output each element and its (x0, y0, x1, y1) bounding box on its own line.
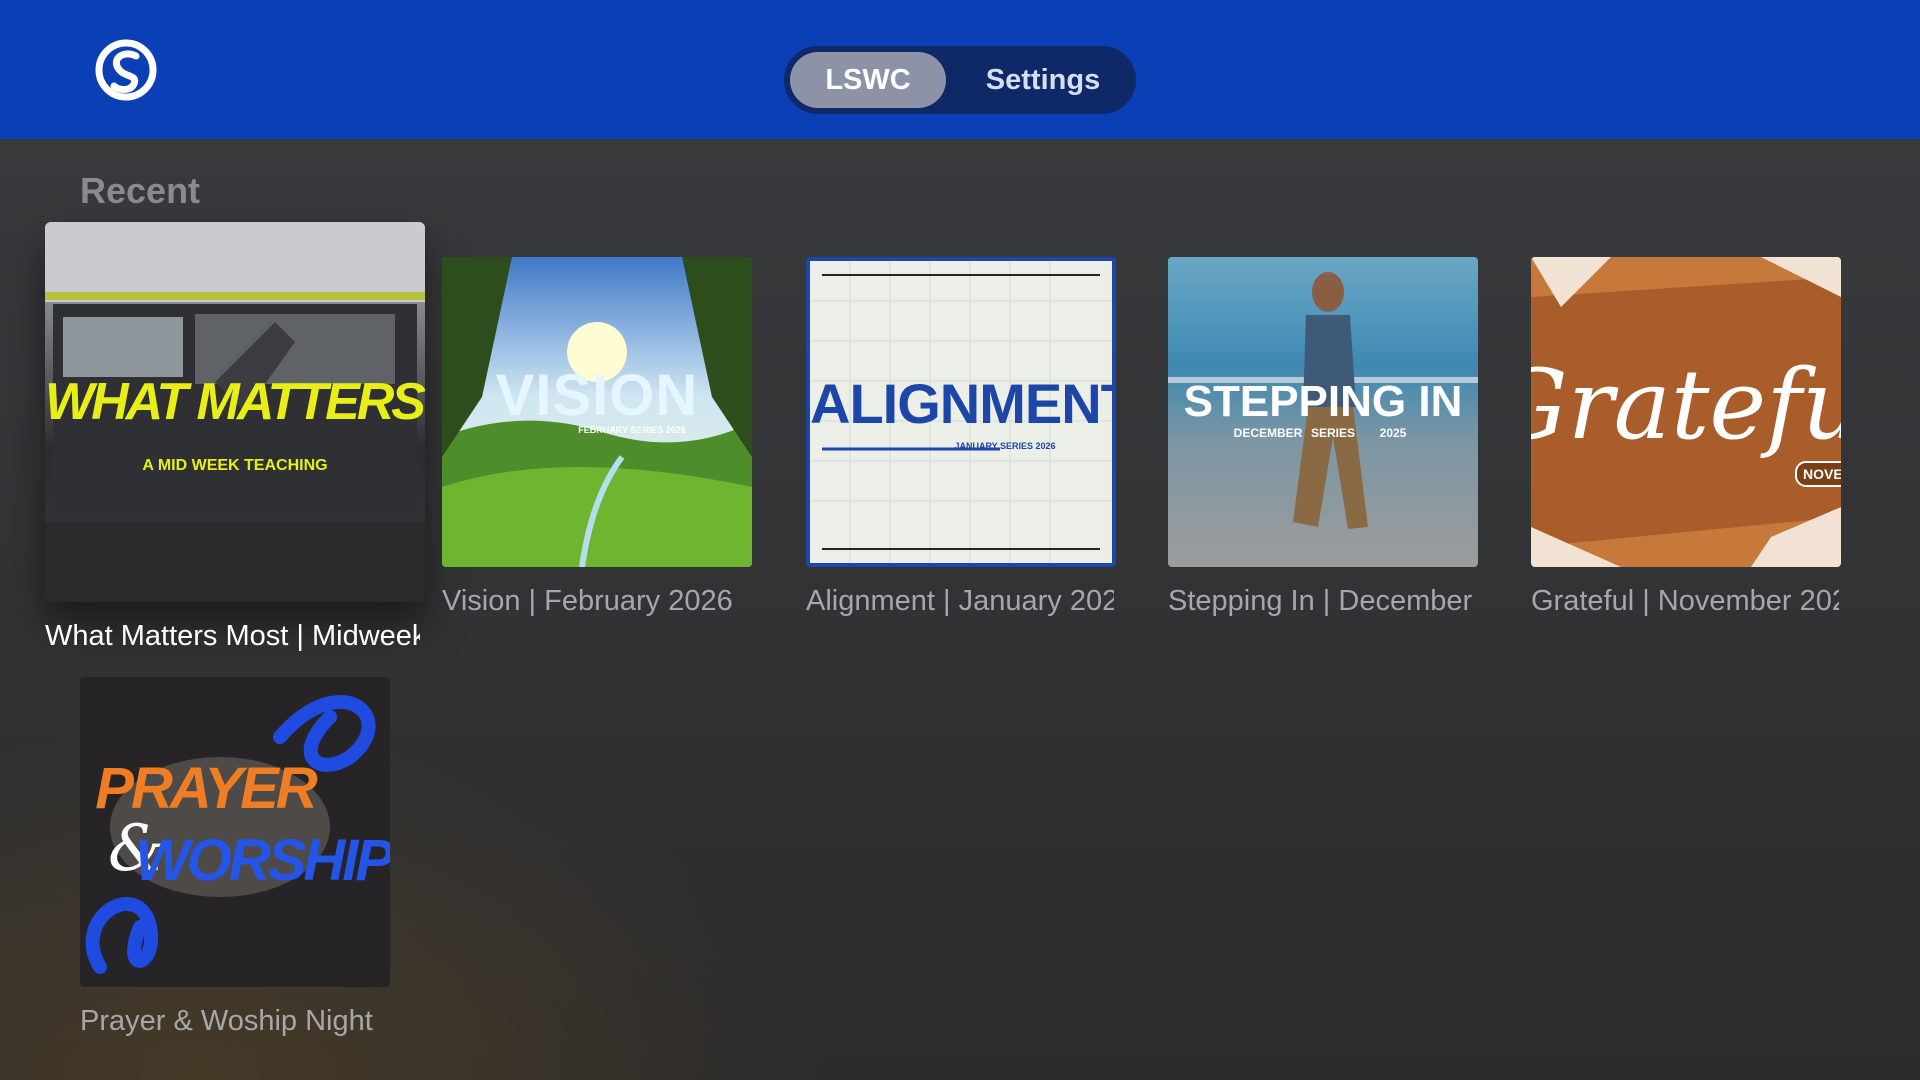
artwork-subtitle-month: DECEMBER (1233, 426, 1303, 440)
media-card-grateful[interactable]: Grateful NOVE Grateful | November 2025 (1531, 257, 1841, 627)
artwork-title-worship: WORSHIP (134, 828, 390, 893)
media-card-title: Alignment | January 2026 (806, 585, 1114, 617)
tab-lswc[interactable]: LSWC (790, 52, 946, 108)
artwork-subtitle: A MID WEEK TEACHING (142, 457, 328, 474)
artwork-title: ALIGNMENT (810, 372, 1116, 435)
artwork-stepping-in: STEPPING IN DECEMBER SERIES 2025 (1168, 257, 1478, 567)
media-card-title: Stepping In | December 2025 (1168, 585, 1476, 617)
media-card-vision[interactable]: VISION FEBRUARY SERIES 2026 Vision | Feb… (442, 257, 753, 627)
media-card-title: Vision | February 2026 (442, 585, 733, 617)
artwork-title: WHAT MATTERS MOST (45, 373, 425, 431)
media-card-title: Prayer & Woship Night (80, 1005, 373, 1037)
top-bar: LSWC Settings (0, 0, 1920, 139)
media-card-stepping-in[interactable]: STEPPING IN DECEMBER SERIES 2025 Steppin… (1168, 257, 1478, 627)
artwork-title: STEPPING IN (1183, 377, 1463, 426)
media-card-alignment[interactable]: ALIGNMENT JANUARY SERIES 2026 Alignment … (806, 257, 1116, 627)
media-card-what-matters-most[interactable]: WHAT MATTERS MOST A MID WEEK TEACHING Wh… (45, 222, 425, 662)
artwork-subtitle-series: SERIES (1310, 426, 1355, 440)
artwork-badge: NOVE (1795, 461, 1841, 487)
artwork-grateful: Grateful NOVE (1531, 257, 1841, 567)
artwork-vision: VISION FEBRUARY SERIES 2026 (442, 257, 752, 567)
tab-settings[interactable]: Settings (958, 52, 1128, 108)
artwork-what-matters-most: WHAT MATTERS MOST A MID WEEK TEACHING (45, 222, 425, 602)
tab-bar: LSWC Settings (784, 46, 1136, 114)
media-card-title: Grateful | November 2025 (1531, 585, 1839, 617)
section-title-recent: Recent (80, 170, 201, 211)
artwork-title: Grateful (1531, 349, 1841, 461)
artwork-alignment: ALIGNMENT JANUARY SERIES 2026 (806, 257, 1116, 567)
media-card-prayer-worship[interactable]: PRAYER & WORSHIP Prayer & Woship Night (80, 677, 390, 1047)
artwork-prayer-worship: PRAYER & WORSHIP (80, 677, 390, 987)
artwork-title: VISION (495, 363, 699, 428)
artwork-subtitle: FEBRUARY SERIES 2026 (578, 425, 686, 435)
media-card-title: What Matters Most | Midweek Teaching (45, 620, 420, 652)
lswc-logo-icon[interactable] (94, 38, 158, 102)
artwork-subtitle-year: 2025 (1379, 426, 1407, 440)
artwork-subtitle: JANUARY SERIES 2026 (954, 441, 1056, 451)
